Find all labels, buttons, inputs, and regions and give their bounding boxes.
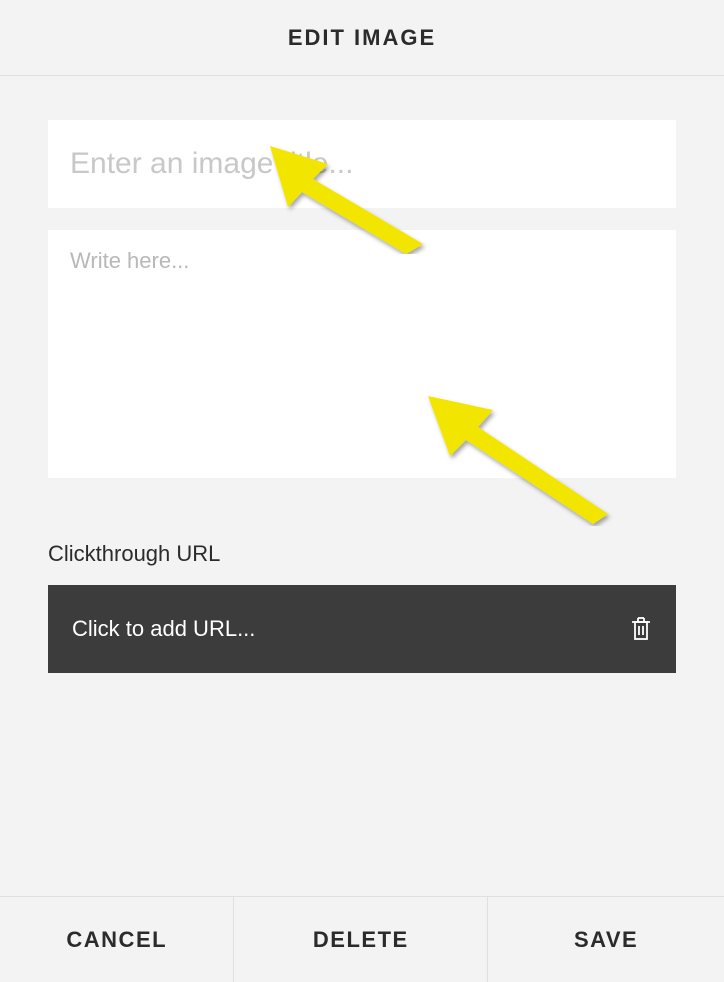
modal-header: EDIT IMAGE xyxy=(0,0,724,76)
modal-footer: CANCEL DELETE SAVE xyxy=(0,896,724,982)
clickthrough-url-placeholder: Click to add URL... xyxy=(72,616,255,642)
annotation-arrow-icon xyxy=(418,386,618,526)
save-button[interactable]: SAVE xyxy=(488,897,724,982)
annotation-arrow-icon xyxy=(258,134,438,254)
clickthrough-url-field[interactable]: Click to add URL... xyxy=(48,585,676,673)
delete-button[interactable]: DELETE xyxy=(234,897,488,982)
cancel-button[interactable]: CANCEL xyxy=(0,897,234,982)
modal-title: EDIT IMAGE xyxy=(288,25,436,51)
clickthrough-label: Clickthrough URL xyxy=(48,541,676,567)
modal-body: Clickthrough URL Click to add URL... xyxy=(0,76,724,896)
trash-icon[interactable] xyxy=(630,616,652,642)
